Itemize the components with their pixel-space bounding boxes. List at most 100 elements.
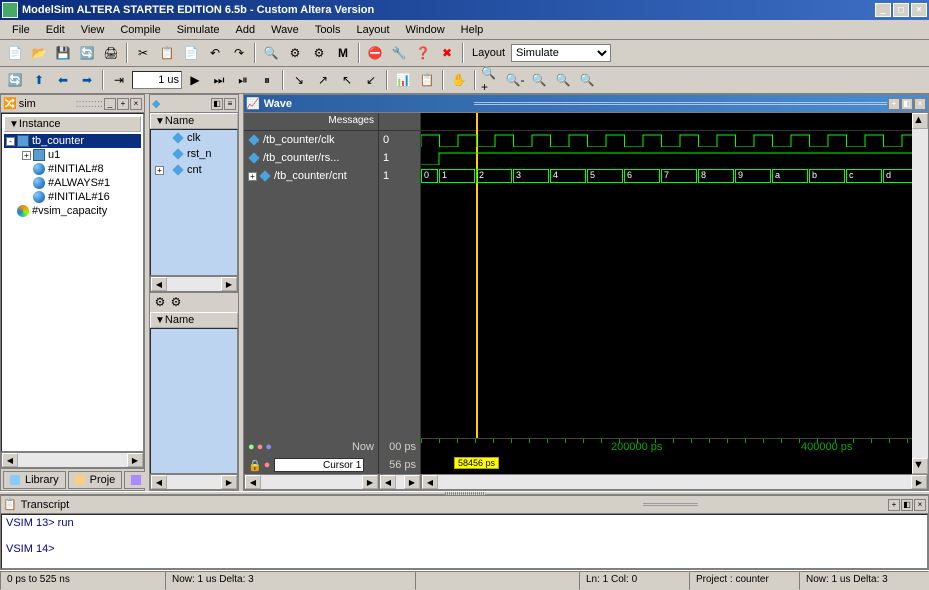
- tree-item[interactable]: #INITIAL#8: [4, 162, 141, 176]
- tree-item[interactable]: -tb_counter: [4, 134, 141, 148]
- maximize-button[interactable]: □: [893, 3, 909, 17]
- find-button[interactable]: 🔍: [260, 42, 282, 64]
- process-list[interactable]: [150, 328, 238, 475]
- zoom-out-button[interactable]: 🔍-: [504, 69, 526, 91]
- step-over-button[interactable]: ↗: [312, 69, 334, 91]
- menu-file[interactable]: File: [4, 22, 38, 38]
- menu-window[interactable]: Window: [398, 22, 453, 38]
- expand-icon[interactable]: -: [6, 137, 15, 146]
- tree-item[interactable]: #INITIAL#16: [4, 190, 141, 204]
- restart-button[interactable]: 🔄: [4, 69, 26, 91]
- panel-minimize-icon[interactable]: _: [104, 98, 116, 110]
- wave-vscroll[interactable]: ▲ ▼: [912, 113, 928, 474]
- wave-maximize-icon[interactable]: +: [888, 98, 900, 110]
- wave-signal-row[interactable]: /tb_counter/clk: [244, 131, 378, 149]
- redo-button[interactable]: ↷: [228, 42, 250, 64]
- zoom-in-button[interactable]: 🔍+: [480, 69, 502, 91]
- compile-button[interactable]: ⚙: [284, 42, 306, 64]
- stop-button[interactable]: ✖: [436, 42, 458, 64]
- layout-select[interactable]: Simulate: [511, 44, 611, 62]
- wave-signal-values[interactable]: 011 00 ps 56 ps: [379, 113, 421, 474]
- obj-hscroll[interactable]: ◀▶: [150, 276, 238, 292]
- instance-tree[interactable]: ▼Instance -tb_counter+u1#INITIAL#8#ALWAY…: [1, 113, 144, 452]
- print-button[interactable]: 🖨: [100, 42, 122, 64]
- break-button[interactable]: ⛔: [364, 42, 386, 64]
- wave-signal-names[interactable]: Messages /tb_counter/clk/tb_counter/rs..…: [244, 113, 379, 474]
- obj-dock-icon[interactable]: ◧: [211, 98, 223, 110]
- object-item[interactable]: clk: [151, 130, 237, 146]
- step-return-button[interactable]: ↙: [360, 69, 382, 91]
- proc-hscroll[interactable]: ◀▶: [150, 474, 238, 490]
- paste-button[interactable]: 📄: [180, 42, 202, 64]
- save-button[interactable]: 💾: [52, 42, 74, 64]
- menu-layout[interactable]: Layout: [349, 22, 398, 38]
- tree-header-instance[interactable]: ▼Instance: [4, 116, 141, 132]
- simulate-button[interactable]: M: [332, 42, 354, 64]
- minimize-button[interactable]: _: [875, 3, 891, 17]
- objects-list[interactable]: clkrst_n+cnt: [150, 129, 238, 276]
- menu-compile[interactable]: Compile: [112, 22, 168, 38]
- cursor-marker[interactable]: 58456 ps: [454, 457, 499, 469]
- copy-button[interactable]: 📋: [156, 42, 178, 64]
- menu-simulate[interactable]: Simulate: [169, 22, 228, 38]
- sim-panel-header[interactable]: 🔀 sim ::::::::: _ + ×: [1, 95, 144, 113]
- run-forward-button[interactable]: ➡: [76, 69, 98, 91]
- reload-button[interactable]: 🔄: [76, 42, 98, 64]
- cursor-name-input[interactable]: [274, 458, 364, 472]
- run-button[interactable]: ▶: [184, 69, 206, 91]
- obj-list-icon[interactable]: ≡: [224, 98, 236, 110]
- expand-icon[interactable]: +: [155, 166, 164, 175]
- undo-button[interactable]: ↶: [204, 42, 226, 64]
- obj-header[interactable]: ▼Name: [150, 113, 238, 129]
- add-list-button[interactable]: 📋: [416, 69, 438, 91]
- object-item[interactable]: rst_n: [151, 146, 237, 162]
- menu-view[interactable]: View: [73, 22, 113, 38]
- pan-button[interactable]: ✋: [448, 69, 470, 91]
- add-wave-button[interactable]: 📊: [392, 69, 414, 91]
- tab-project[interactable]: Proje: [68, 471, 123, 489]
- wave-names-hscroll[interactable]: ◀▶: [244, 474, 379, 490]
- tree-item[interactable]: #ALWAYS#1: [4, 176, 141, 190]
- expand-icon[interactable]: +: [248, 172, 257, 181]
- run-time-input[interactable]: [132, 71, 182, 89]
- wave-panel-header[interactable]: 📈 Wave ═════════════════════════════════…: [244, 95, 928, 113]
- wave-signal-row[interactable]: +/tb_counter/cnt: [244, 167, 378, 185]
- expand-icon[interactable]: +: [22, 151, 31, 160]
- run-back-button[interactable]: ⬅: [52, 69, 74, 91]
- menu-wave[interactable]: Wave: [263, 22, 307, 38]
- panel-maximize-icon[interactable]: +: [117, 98, 129, 110]
- continue-button[interactable]: ⏯: [232, 69, 254, 91]
- menu-add[interactable]: Add: [228, 22, 264, 38]
- proc-header[interactable]: ▼Name: [150, 312, 238, 328]
- tab-library[interactable]: Library: [3, 471, 66, 489]
- zoom-cursor-button[interactable]: 🔍: [552, 69, 574, 91]
- cut-button[interactable]: ✂: [132, 42, 154, 64]
- open-button[interactable]: 📂: [28, 42, 50, 64]
- tool-button[interactable]: 🔧: [388, 42, 410, 64]
- transcript-header[interactable]: 📋 Transcript ═══════ + ◧ ×: [1, 496, 928, 514]
- menu-tools[interactable]: Tools: [307, 22, 349, 38]
- wave-close-icon[interactable]: ×: [914, 98, 926, 110]
- tree-item[interactable]: +u1: [4, 148, 141, 162]
- objects-panel-header[interactable]: ◆ ◧ ≡: [150, 95, 238, 113]
- gear-icon[interactable]: ⚙: [152, 294, 168, 310]
- zoom-full-button[interactable]: 🔍: [528, 69, 550, 91]
- compile-all-button[interactable]: ⚙: [308, 42, 330, 64]
- transcript-dock-icon[interactable]: ◧: [901, 499, 913, 511]
- wave-plot-hscroll[interactable]: ◀▶: [421, 474, 928, 490]
- transcript-body[interactable]: VSIM 13> runVSIM 14>: [1, 514, 928, 569]
- step-out-button[interactable]: ↖: [336, 69, 358, 91]
- menu-edit[interactable]: Edit: [38, 22, 73, 38]
- close-button[interactable]: ×: [911, 3, 927, 17]
- gear2-icon[interactable]: ⚙: [168, 294, 184, 310]
- transcript-close-icon[interactable]: ×: [914, 499, 926, 511]
- wave-dock-icon[interactable]: ◧: [901, 98, 913, 110]
- menu-help[interactable]: Help: [453, 22, 492, 38]
- wave-signal-row[interactable]: /tb_counter/rs...: [244, 149, 378, 167]
- transcript-maximize-icon[interactable]: +: [888, 499, 900, 511]
- help-button[interactable]: ❓: [412, 42, 434, 64]
- sim-hscroll[interactable]: ◀▶: [1, 452, 144, 468]
- break2-button[interactable]: ⏸: [256, 69, 278, 91]
- new-button[interactable]: 📄: [4, 42, 26, 64]
- step-button[interactable]: ⇥: [108, 69, 130, 91]
